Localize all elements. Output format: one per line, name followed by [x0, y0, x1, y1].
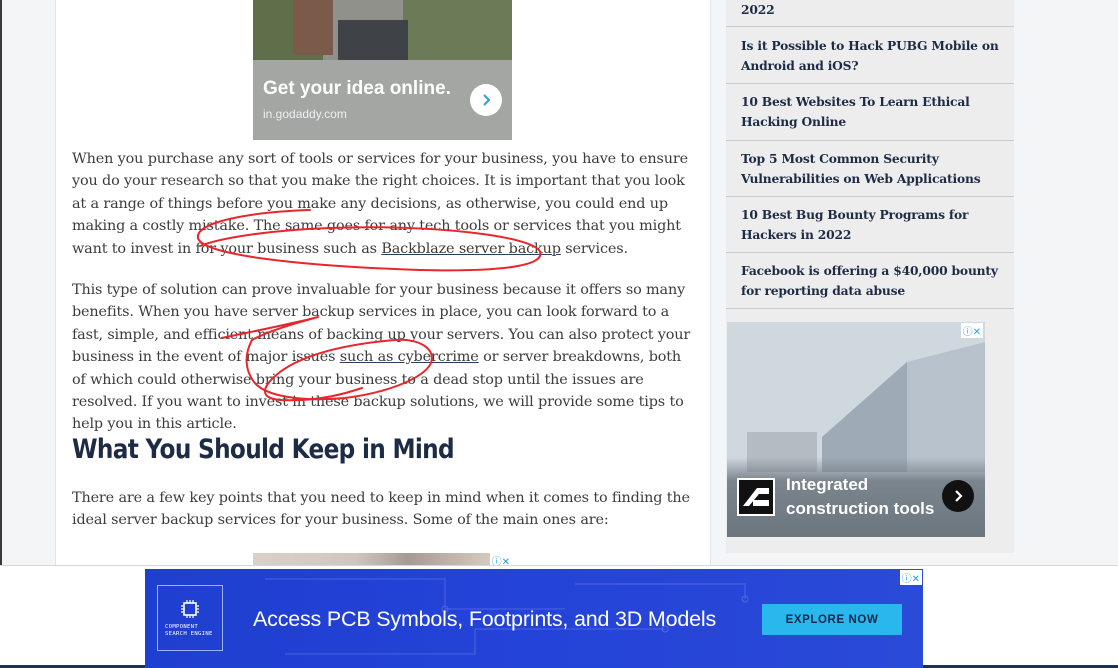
ad-headline: Get your idea online. — [263, 78, 451, 99]
sidebar-post-link[interactable]: Is it Possible to Hack PUBG Mobile on An… — [726, 27, 1014, 84]
sidebar-post-link[interactable]: 10 Best Bug Bounty Programs for Hackers … — [726, 197, 1014, 253]
ad-choices-icon[interactable]: ⓘ✕ — [899, 570, 922, 585]
banner-headline: Access PCB Symbols, Footprints, and 3D M… — [253, 607, 716, 631]
sidebar-post-link[interactable]: 2022 — [726, 0, 1014, 27]
article-paragraph-1: When you purchase any sort of tools or s… — [72, 148, 692, 260]
brand-logo-icon — [737, 478, 775, 516]
chip-icon — [181, 599, 199, 618]
ad-pcb-banner[interactable]: ⓘ✕ COMPONENT SEARCH ENGINE Access PCB Sy… — [145, 569, 923, 668]
ad-godaddy[interactable]: Get your idea online. in.godaddy.com — [253, 0, 512, 140]
explore-now-button[interactable]: EXPLORE NOW — [762, 604, 902, 635]
paragraph-text: services. — [560, 240, 628, 257]
article-paragraph-2: This type of solution can prove invaluab… — [72, 279, 692, 436]
sidebar-post-link[interactable]: Top 5 Most Common Security Vulnerabiliti… — [726, 141, 1014, 197]
backblaze-link[interactable]: Backblaze server backup — [381, 241, 561, 257]
recent-posts-list: 2022 Is it Possible to Hack PUBG Mobile … — [726, 0, 1014, 309]
ad-domain: in.godaddy.com — [263, 107, 347, 121]
sidebar-post-link[interactable]: Facebook is offering a $40,000 bounty fo… — [726, 253, 1014, 309]
article-paragraph-3: There are a few key points that you need… — [72, 490, 690, 529]
section-heading: What You Should Keep in Mind — [72, 434, 455, 465]
ad-headline: Integrated construction tools — [786, 475, 935, 518]
sidebar-post-link[interactable]: 10 Best Websites To Learn Ethical Hackin… — [726, 84, 1014, 141]
cybercrime-link[interactable]: such as cybercrime — [340, 349, 479, 365]
brand-name: COMPONENT SEARCH ENGINE — [165, 623, 213, 637]
ad-choices-icon[interactable]: ⓘ✕ — [960, 323, 983, 338]
chevron-right-icon[interactable] — [942, 480, 974, 512]
chevron-right-icon[interactable] — [470, 84, 502, 116]
brand-logo: COMPONENT SEARCH ENGINE — [157, 585, 223, 651]
ad-construction[interactable]: ⓘ✕ Integrated construction tools — [727, 322, 985, 537]
